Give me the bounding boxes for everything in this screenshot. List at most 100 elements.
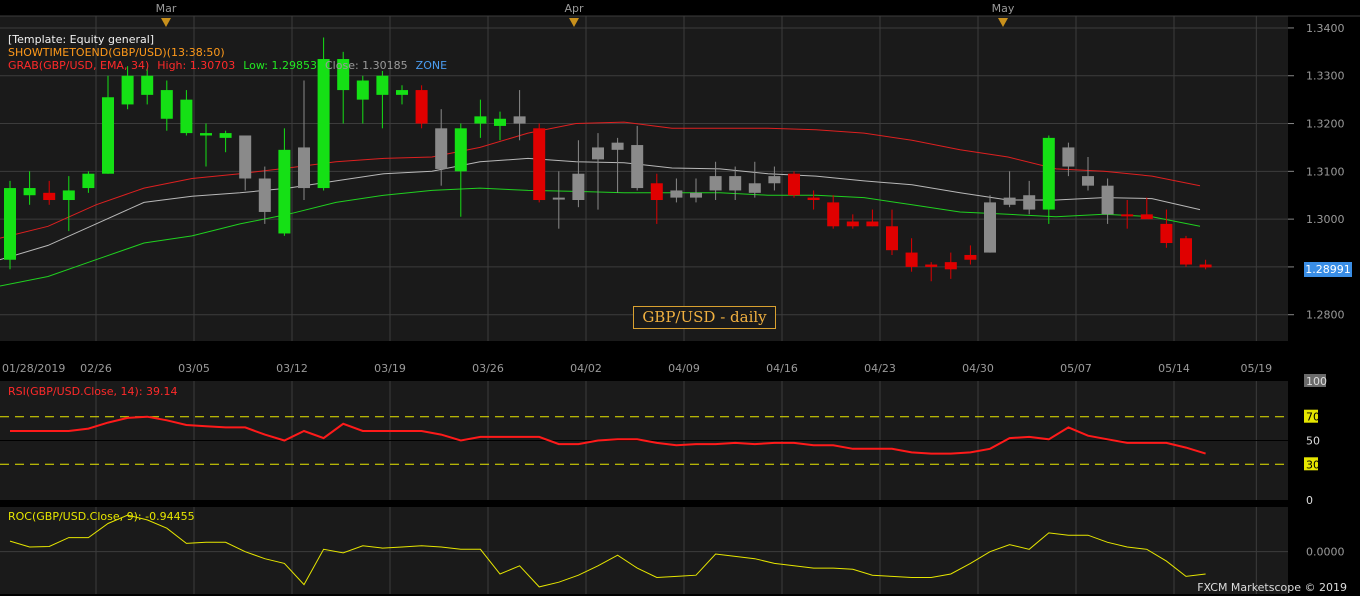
roc-legend: ROC(GBP/USD.Close, 9): -0.94455 <box>8 510 195 523</box>
roc-ytick-label: 0.0000 <box>1306 546 1345 559</box>
candle-body <box>1082 176 1094 186</box>
month-label: Mar <box>156 2 177 15</box>
date-tick-label: 04/23 <box>864 362 896 375</box>
candle-body <box>415 90 428 124</box>
price-ytick-label: 1.2800 <box>1306 309 1345 322</box>
candle-body <box>435 128 448 169</box>
price-ytick-label: 1.3200 <box>1306 118 1345 131</box>
candle-body <box>396 90 408 95</box>
candle-body <box>474 116 487 124</box>
candle-body <box>62 190 75 201</box>
candle-body <box>82 173 95 189</box>
candle-body <box>23 188 36 196</box>
candle-body <box>494 118 506 126</box>
chart-caption: GBP/USD - daily <box>633 306 776 329</box>
ema-label: GRAB(GBP/USD, EMA, 34) <box>8 59 150 72</box>
candle-body <box>572 173 585 201</box>
candle-body <box>1062 147 1075 167</box>
candle-body <box>925 264 938 267</box>
show-time-label: SHOWTIMETOEND(GBP/USD)(13:38:50) <box>8 46 225 59</box>
candle-body <box>592 147 604 160</box>
candle-body <box>278 149 291 234</box>
date-tick-label: 05/07 <box>1060 362 1092 375</box>
candle-body <box>964 254 977 260</box>
candle-body <box>317 59 330 189</box>
candle-body <box>650 183 663 201</box>
date-tick-label: 05/14 <box>1158 362 1190 375</box>
candle-body <box>141 75 154 95</box>
candle-body <box>160 90 173 119</box>
candle-body <box>239 135 252 179</box>
candle-body <box>690 192 702 198</box>
date-tick-label: 03/12 <box>276 362 308 375</box>
candle-body <box>788 173 800 196</box>
candle-body <box>1042 137 1055 210</box>
price-ytick-label: 1.3000 <box>1306 213 1345 226</box>
rsi-ytick-label: 100 <box>1306 375 1327 388</box>
candle-body <box>1003 197 1016 205</box>
price-ytick-label: 1.3400 <box>1306 22 1345 35</box>
rsi-ytick-label: 0 <box>1306 494 1313 507</box>
rsi-ytick-label: 70 <box>1306 411 1320 424</box>
last-price-tag: 1.28991 <box>1304 262 1352 277</box>
ema-legend-row: GRAB(GBP/USD, EMA, 34) High: 1.30703 Low: … <box>8 59 447 72</box>
zone-label: ZONE <box>415 59 448 72</box>
candle-body <box>1180 238 1192 265</box>
candle-body <box>1199 264 1212 268</box>
candle-body <box>1160 223 1173 244</box>
date-tick-label: 01/28/2019 <box>2 362 65 375</box>
candle-body <box>180 99 193 134</box>
candle-body <box>533 128 546 201</box>
candle-body <box>729 176 742 191</box>
price-ytick-label: 1.3100 <box>1306 165 1345 178</box>
candle-body <box>102 97 114 174</box>
chart-canvas: Mar Apr May 1.3400 1.3300 1.3200 1.3100 1.3000 1… <box>0 2 1360 594</box>
date-tick-label: 04/30 <box>962 362 994 375</box>
candle-body <box>984 202 996 253</box>
rsi-ytick-label: 30 <box>1306 458 1320 471</box>
price-ytick-label: 1.3300 <box>1306 70 1345 83</box>
date-tick-label: 04/02 <box>570 362 602 375</box>
rsi-ytick-label: 50 <box>1306 435 1320 448</box>
copyright-text: FXCM Marketscope © 2019 <box>1197 581 1347 594</box>
candle-body <box>376 75 389 95</box>
candle-body <box>454 128 467 172</box>
candle-body <box>846 221 859 227</box>
candle-body <box>200 133 212 136</box>
date-tick-label: 05/19 <box>1240 362 1272 375</box>
candle-body <box>356 80 369 100</box>
price-legend: [Template: Equity general] SHOWTIMETOEND… <box>8 33 447 72</box>
date-tick-label: 03/19 <box>374 362 406 375</box>
candle-body <box>513 116 526 124</box>
date-tick-label: 02/26 <box>80 362 112 375</box>
ema-high-label: High: 1.30703 <box>157 59 236 72</box>
candle-body <box>748 183 761 193</box>
candle-body <box>670 190 683 198</box>
rsi-legend: RSI(GBP/USD.Close, 14): 39.14 <box>8 385 178 398</box>
ema-close-label: Close: 1.30185 <box>325 59 408 72</box>
candle-body <box>1023 195 1036 210</box>
candle-body <box>611 142 624 150</box>
date-tick-label: 04/16 <box>766 362 798 375</box>
candle-body <box>631 145 644 189</box>
template-label: [Template: Equity general] <box>8 33 155 46</box>
candle-body <box>866 221 879 227</box>
date-tick-label: 03/05 <box>178 362 210 375</box>
candle-body <box>1140 214 1153 220</box>
date-tick-label: 03/26 <box>472 362 504 375</box>
candle-body <box>219 133 232 138</box>
candle-body <box>709 176 722 191</box>
candle-body <box>1121 214 1134 217</box>
candle-body <box>4 188 16 260</box>
candle-body <box>807 197 820 201</box>
candle-body <box>827 202 840 227</box>
month-label: May <box>992 2 1015 15</box>
candle-body <box>552 197 565 200</box>
candle-body <box>1101 185 1114 215</box>
candle-body <box>258 178 271 212</box>
candle-body <box>298 147 310 189</box>
candle-body <box>886 226 898 251</box>
candle-body <box>43 192 56 201</box>
ema-low-label: Low: 1.29853 <box>243 59 317 72</box>
candle-body <box>905 252 918 267</box>
